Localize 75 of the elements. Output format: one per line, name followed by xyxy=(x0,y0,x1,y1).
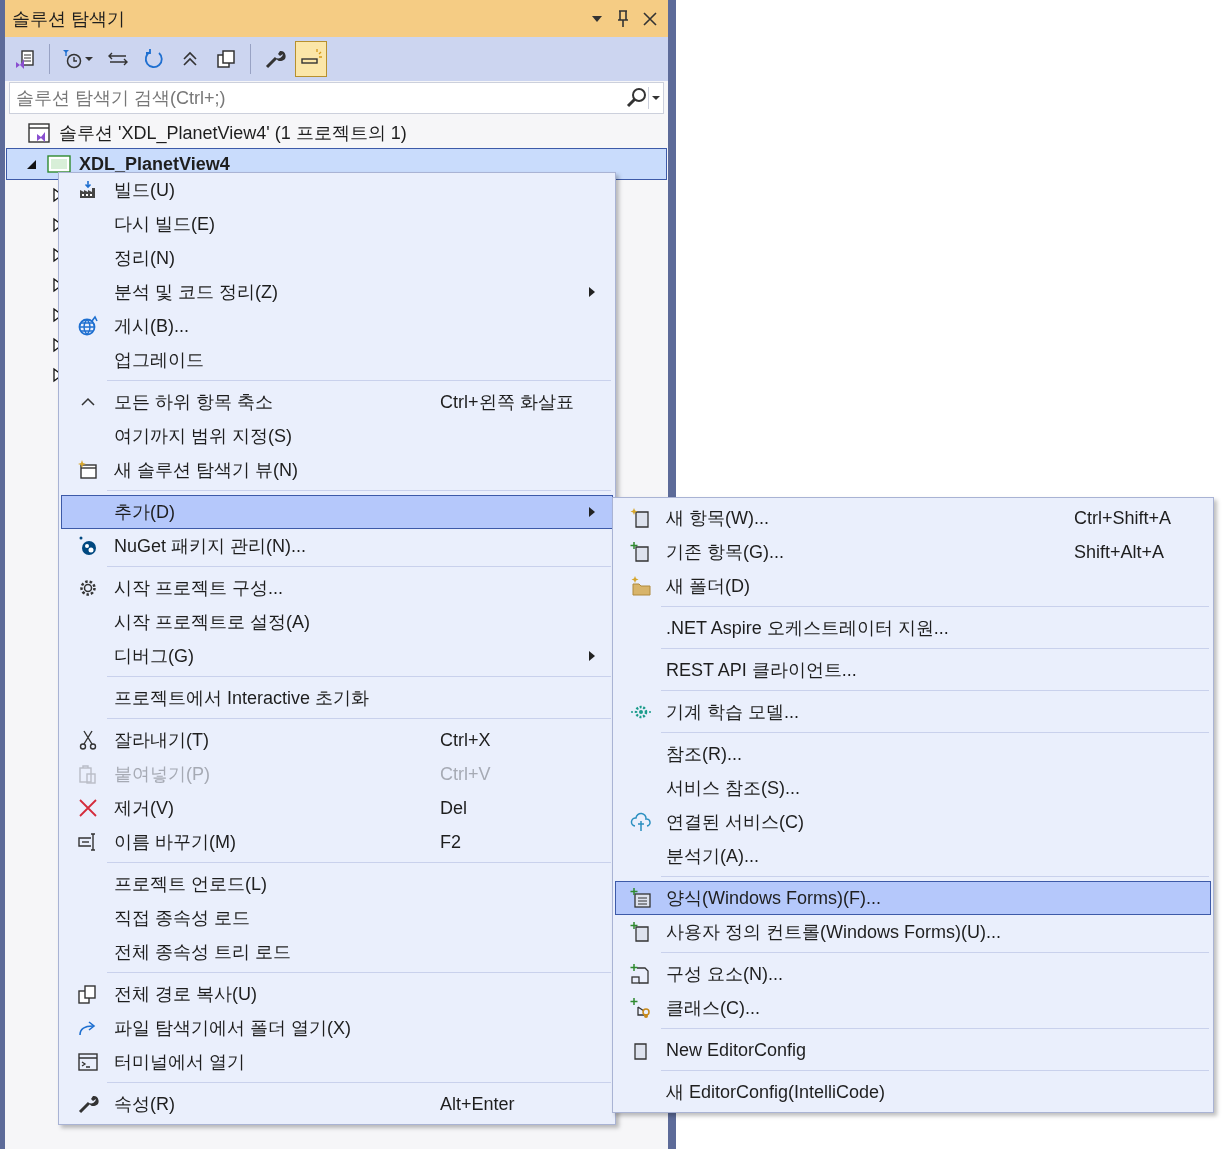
menu-item[interactable]: 사용자 정의 컨트롤(Windows Forms)(U)... xyxy=(615,915,1211,949)
copy-icon xyxy=(77,983,99,1005)
clipboard-icon xyxy=(77,763,99,785)
clock-filter-icon xyxy=(62,48,84,70)
solution-icon xyxy=(27,122,51,144)
menu-item[interactable]: 전체 종속성 트리 로드 xyxy=(61,935,613,969)
menu-item[interactable]: 제거(V) Del xyxy=(61,791,613,825)
folder-icon xyxy=(630,575,652,597)
class-icon xyxy=(630,997,652,1019)
menu-item[interactable]: 분석기(A)... xyxy=(615,839,1211,873)
refresh-icon xyxy=(143,48,165,70)
solution-icon xyxy=(14,48,36,70)
component-icon xyxy=(630,963,652,985)
wrench-icon xyxy=(264,48,286,70)
new-item-icon xyxy=(630,507,652,529)
menu-item[interactable]: 속성(R) Alt+Enter xyxy=(61,1087,613,1121)
menu-item[interactable]: 시작 프로젝트 구성... xyxy=(61,571,613,605)
menu-item[interactable]: 새 폴더(D) xyxy=(615,569,1211,603)
terminal-icon xyxy=(77,1051,99,1073)
panel-title: 솔루션 탐색기 xyxy=(12,7,125,31)
solution-label[interactable]: 솔루션 'XDL_PlanetView4' (1 프로젝트의 1) xyxy=(59,121,407,145)
wrench-icon xyxy=(77,1093,99,1115)
settings-icon xyxy=(77,577,99,599)
add-item-icon xyxy=(630,921,652,943)
menu-item[interactable]: 추가(D) xyxy=(61,495,613,529)
menu-item[interactable]: 새 EditorConfig(IntelliCode) xyxy=(615,1075,1211,1109)
menu-item[interactable]: 이름 바꾸기(M) F2 xyxy=(61,825,613,859)
dropdown-icon[interactable] xyxy=(648,87,663,109)
project-label: XDL_PlanetView4 xyxy=(79,153,230,175)
menu-item[interactable]: REST API 클라이언트... xyxy=(615,653,1211,687)
menu-item[interactable]: 시작 프로젝트로 설정(A) xyxy=(61,605,613,639)
menu-item[interactable]: 서비스 참조(S)... xyxy=(615,771,1211,805)
copy-icon xyxy=(215,48,237,70)
menu-item[interactable]: 분석 및 코드 정리(Z) xyxy=(61,275,613,309)
menu-item[interactable]: 다시 빌드(E) xyxy=(61,207,613,241)
menu-item[interactable]: 프로젝트에서 Interactive 초기화 xyxy=(61,681,613,715)
menu-item[interactable]: 전체 경로 복사(U) xyxy=(61,977,613,1011)
scissors-icon xyxy=(77,729,99,751)
menu-item[interactable]: 직접 종속성 로드 xyxy=(61,901,613,935)
search-box[interactable]: 솔루션 탐색기 검색(Ctrl+;) xyxy=(9,82,664,114)
menu-item[interactable]: 참조(R)... xyxy=(615,737,1211,771)
menu-item[interactable]: 클래스(C)... xyxy=(615,991,1211,1025)
menu-item[interactable]: 연결된 서비스(C) xyxy=(615,805,1211,839)
menu-item[interactable]: 기존 항목(G)... Shift+Alt+A xyxy=(615,535,1211,569)
menu-item[interactable]: 구성 요소(N)... xyxy=(615,957,1211,991)
add-item-icon xyxy=(630,541,652,563)
menu-item[interactable]: 모든 하위 항목 축소 Ctrl+왼쪽 화살표 xyxy=(61,385,613,419)
menu-item[interactable]: 새 항목(W)... Ctrl+Shift+A xyxy=(615,501,1211,535)
menu-item[interactable]: 기계 학습 모델... xyxy=(615,695,1211,729)
close-icon[interactable] xyxy=(642,10,658,27)
menu-item[interactable]: 양식(Windows Forms)(F)... xyxy=(615,881,1211,915)
package-icon xyxy=(77,535,99,557)
menu-item[interactable]: 게시(B)... xyxy=(61,309,613,343)
preview-button[interactable] xyxy=(295,41,327,77)
caret-icon xyxy=(84,56,94,62)
form-icon xyxy=(630,887,652,909)
menu-item[interactable]: 터미널에서 열기 xyxy=(61,1045,613,1079)
new-window-icon xyxy=(77,459,99,481)
menu-item[interactable]: 파일 탐색기에서 폴더 열기(X) xyxy=(61,1011,613,1045)
menu-item[interactable]: NuGet 패키지 관리(N)... xyxy=(61,529,613,563)
menu-item[interactable]: 디버그(G) xyxy=(61,639,613,673)
pin-icon[interactable] xyxy=(616,9,630,28)
menu-item[interactable]: 정리(N) xyxy=(61,241,613,275)
search-field[interactable]: 솔루션 탐색기 검색(Ctrl+;) xyxy=(10,87,626,109)
globe-icon xyxy=(77,315,99,337)
menu-item[interactable]: 업그레이드 xyxy=(61,343,613,377)
menu-item[interactable]: 잘라내기(T) Ctrl+X xyxy=(61,723,613,757)
search-icon[interactable] xyxy=(626,87,648,109)
menu-item[interactable]: 여기까지 범위 지정(S) xyxy=(61,419,613,453)
close-icon xyxy=(77,797,99,819)
menu-item[interactable]: New EditorConfig xyxy=(615,1033,1211,1067)
cloud-icon xyxy=(630,811,652,833)
menu-item[interactable]: .NET Aspire 오케스트레이터 지원... xyxy=(615,611,1211,645)
menu-item[interactable]: 새 솔루션 탐색기 뷰(N) xyxy=(61,453,613,487)
menu-item[interactable]: 프로젝트 언로드(L) xyxy=(61,867,613,901)
